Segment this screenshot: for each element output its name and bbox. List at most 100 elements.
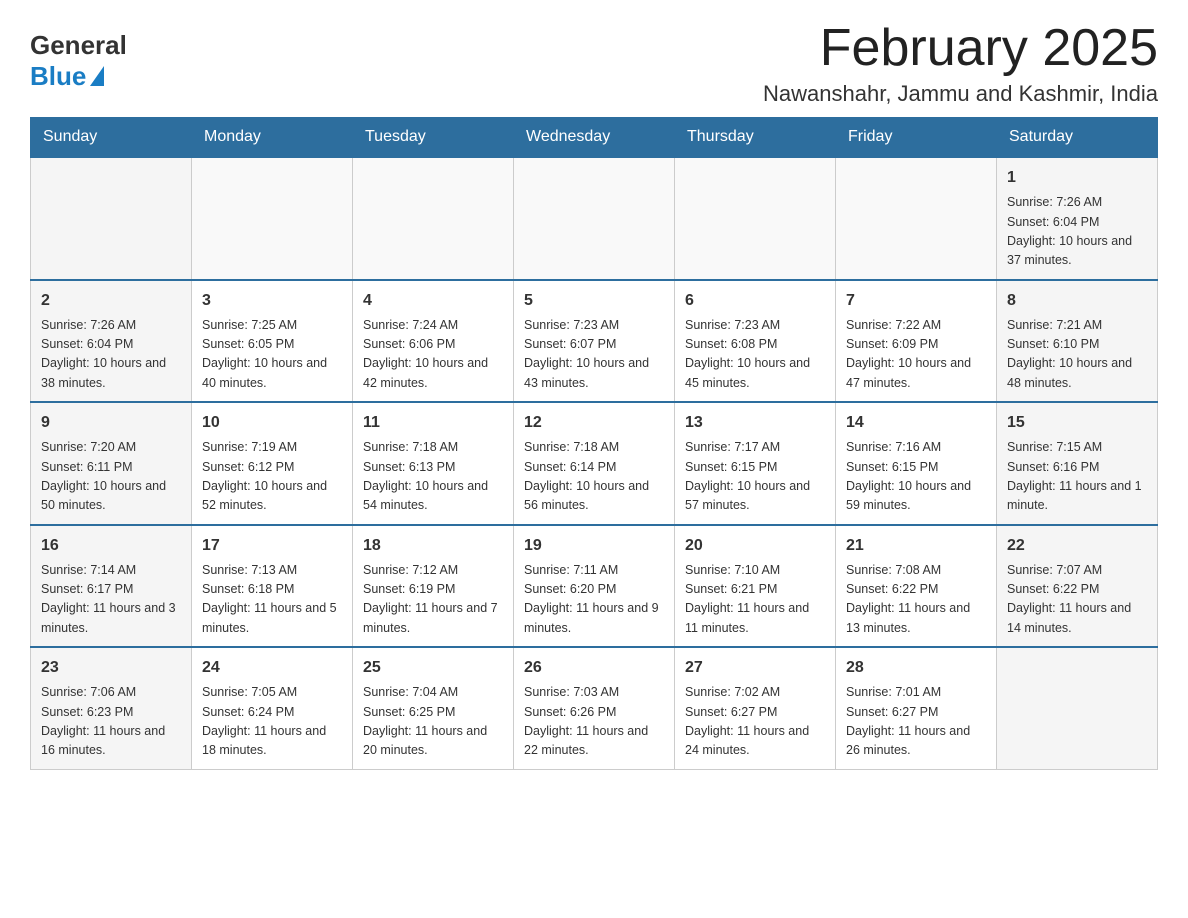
calendar-header-thursday: Thursday <box>675 118 836 158</box>
calendar-week-1: 1 Sunrise: 7:26 AM Sunset: 6:04 PM Daylig… <box>31 157 1158 280</box>
calendar-cell: 5 Sunrise: 7:23 AM Sunset: 6:07 PM Daylig… <box>514 280 675 403</box>
calendar-week-4: 16 Sunrise: 7:14 AM Sunset: 6:17 PM Dayli… <box>31 525 1158 648</box>
day-number: 23 <box>41 656 181 680</box>
calendar-header-wednesday: Wednesday <box>514 118 675 158</box>
calendar-cell: 1 Sunrise: 7:26 AM Sunset: 6:04 PM Daylig… <box>997 157 1158 280</box>
calendar-cell <box>31 157 192 280</box>
calendar-cell: 3 Sunrise: 7:25 AM Sunset: 6:05 PM Daylig… <box>192 280 353 403</box>
calendar-cell <box>836 157 997 280</box>
day-number: 25 <box>363 656 503 680</box>
day-info: Sunrise: 7:04 AM Sunset: 6:25 PM Dayligh… <box>363 683 503 761</box>
calendar-cell: 12 Sunrise: 7:18 AM Sunset: 6:14 PM Dayli… <box>514 402 675 525</box>
day-info: Sunrise: 7:12 AM Sunset: 6:19 PM Dayligh… <box>363 561 503 639</box>
day-number: 18 <box>363 534 503 558</box>
day-info: Sunrise: 7:15 AM Sunset: 6:16 PM Dayligh… <box>1007 438 1147 516</box>
day-number: 8 <box>1007 289 1147 313</box>
day-info: Sunrise: 7:06 AM Sunset: 6:23 PM Dayligh… <box>41 683 181 761</box>
calendar-cell: 28 Sunrise: 7:01 AM Sunset: 6:27 PM Dayli… <box>836 647 997 769</box>
day-info: Sunrise: 7:20 AM Sunset: 6:11 PM Dayligh… <box>41 438 181 516</box>
calendar-cell: 16 Sunrise: 7:14 AM Sunset: 6:17 PM Dayli… <box>31 525 192 648</box>
day-number: 7 <box>846 289 986 313</box>
calendar-cell: 13 Sunrise: 7:17 AM Sunset: 6:15 PM Dayli… <box>675 402 836 525</box>
calendar-cell: 25 Sunrise: 7:04 AM Sunset: 6:25 PM Dayli… <box>353 647 514 769</box>
day-number: 12 <box>524 411 664 435</box>
calendar-cell: 20 Sunrise: 7:10 AM Sunset: 6:21 PM Dayli… <box>675 525 836 648</box>
calendar-header-saturday: Saturday <box>997 118 1158 158</box>
day-info: Sunrise: 7:23 AM Sunset: 6:08 PM Dayligh… <box>685 316 825 394</box>
day-info: Sunrise: 7:16 AM Sunset: 6:15 PM Dayligh… <box>846 438 986 516</box>
logo-blue-text: Blue <box>30 61 104 92</box>
day-number: 27 <box>685 656 825 680</box>
calendar-week-5: 23 Sunrise: 7:06 AM Sunset: 6:23 PM Dayli… <box>31 647 1158 769</box>
day-info: Sunrise: 7:25 AM Sunset: 6:05 PM Dayligh… <box>202 316 342 394</box>
page-header: General Blue February 2025 Nawanshahr, J… <box>30 20 1158 107</box>
calendar-cell <box>192 157 353 280</box>
day-number: 3 <box>202 289 342 313</box>
day-number: 17 <box>202 534 342 558</box>
day-info: Sunrise: 7:26 AM Sunset: 6:04 PM Dayligh… <box>41 316 181 394</box>
day-number: 24 <box>202 656 342 680</box>
location-title: Nawanshahr, Jammu and Kashmir, India <box>763 81 1158 107</box>
day-number: 16 <box>41 534 181 558</box>
calendar-cell <box>353 157 514 280</box>
day-number: 6 <box>685 289 825 313</box>
day-info: Sunrise: 7:24 AM Sunset: 6:06 PM Dayligh… <box>363 316 503 394</box>
day-info: Sunrise: 7:13 AM Sunset: 6:18 PM Dayligh… <box>202 561 342 639</box>
calendar-cell: 9 Sunrise: 7:20 AM Sunset: 6:11 PM Daylig… <box>31 402 192 525</box>
day-info: Sunrise: 7:26 AM Sunset: 6:04 PM Dayligh… <box>1007 193 1147 271</box>
calendar-header-row: SundayMondayTuesdayWednesdayThursdayFrid… <box>31 118 1158 158</box>
calendar-cell: 27 Sunrise: 7:02 AM Sunset: 6:27 PM Dayli… <box>675 647 836 769</box>
day-info: Sunrise: 7:10 AM Sunset: 6:21 PM Dayligh… <box>685 561 825 639</box>
calendar-header-monday: Monday <box>192 118 353 158</box>
day-info: Sunrise: 7:03 AM Sunset: 6:26 PM Dayligh… <box>524 683 664 761</box>
calendar-cell: 4 Sunrise: 7:24 AM Sunset: 6:06 PM Daylig… <box>353 280 514 403</box>
day-info: Sunrise: 7:17 AM Sunset: 6:15 PM Dayligh… <box>685 438 825 516</box>
calendar-header-friday: Friday <box>836 118 997 158</box>
day-info: Sunrise: 7:19 AM Sunset: 6:12 PM Dayligh… <box>202 438 342 516</box>
title-section: February 2025 Nawanshahr, Jammu and Kash… <box>763 20 1158 107</box>
month-title: February 2025 <box>763 20 1158 77</box>
calendar-cell: 15 Sunrise: 7:15 AM Sunset: 6:16 PM Dayli… <box>997 402 1158 525</box>
day-number: 21 <box>846 534 986 558</box>
day-number: 13 <box>685 411 825 435</box>
day-number: 15 <box>1007 411 1147 435</box>
calendar-cell: 6 Sunrise: 7:23 AM Sunset: 6:08 PM Daylig… <box>675 280 836 403</box>
day-number: 14 <box>846 411 986 435</box>
day-number: 9 <box>41 411 181 435</box>
calendar-cell <box>675 157 836 280</box>
day-info: Sunrise: 7:11 AM Sunset: 6:20 PM Dayligh… <box>524 561 664 639</box>
day-info: Sunrise: 7:18 AM Sunset: 6:14 PM Dayligh… <box>524 438 664 516</box>
calendar-cell: 2Sunrise: 7:26 AM Sunset: 6:04 PM Daylig… <box>31 280 192 403</box>
calendar-header-sunday: Sunday <box>31 118 192 158</box>
calendar-cell: 21 Sunrise: 7:08 AM Sunset: 6:22 PM Dayli… <box>836 525 997 648</box>
day-info: Sunrise: 7:22 AM Sunset: 6:09 PM Dayligh… <box>846 316 986 394</box>
calendar-cell <box>997 647 1158 769</box>
calendar-week-2: 2Sunrise: 7:26 AM Sunset: 6:04 PM Daylig… <box>31 280 1158 403</box>
day-info: Sunrise: 7:14 AM Sunset: 6:17 PM Dayligh… <box>41 561 181 639</box>
calendar-cell: 8 Sunrise: 7:21 AM Sunset: 6:10 PM Daylig… <box>997 280 1158 403</box>
day-number: 4 <box>363 289 503 313</box>
logo-general-text: General <box>30 30 127 61</box>
day-info: Sunrise: 7:02 AM Sunset: 6:27 PM Dayligh… <box>685 683 825 761</box>
calendar-cell: 11Sunrise: 7:18 AM Sunset: 6:13 PM Dayli… <box>353 402 514 525</box>
calendar-cell: 19 Sunrise: 7:11 AM Sunset: 6:20 PM Dayli… <box>514 525 675 648</box>
day-number: 5 <box>524 289 664 313</box>
day-number: 19 <box>524 534 664 558</box>
calendar-cell: 10Sunrise: 7:19 AM Sunset: 6:12 PM Dayli… <box>192 402 353 525</box>
day-number: 1 <box>1007 166 1147 190</box>
day-info: Sunrise: 7:23 AM Sunset: 6:07 PM Dayligh… <box>524 316 664 394</box>
calendar-cell: 14 Sunrise: 7:16 AM Sunset: 6:15 PM Dayli… <box>836 402 997 525</box>
calendar-cell: 22 Sunrise: 7:07 AM Sunset: 6:22 PM Dayli… <box>997 525 1158 648</box>
day-number: 26 <box>524 656 664 680</box>
day-info: Sunrise: 7:01 AM Sunset: 6:27 PM Dayligh… <box>846 683 986 761</box>
calendar-header-tuesday: Tuesday <box>353 118 514 158</box>
day-number: 22 <box>1007 534 1147 558</box>
day-number: 20 <box>685 534 825 558</box>
calendar-week-3: 9 Sunrise: 7:20 AM Sunset: 6:11 PM Daylig… <box>31 402 1158 525</box>
day-number: 28 <box>846 656 986 680</box>
calendar-cell: 7 Sunrise: 7:22 AM Sunset: 6:09 PM Daylig… <box>836 280 997 403</box>
calendar-table: SundayMondayTuesdayWednesdayThursdayFrid… <box>30 117 1158 770</box>
day-info: Sunrise: 7:07 AM Sunset: 6:22 PM Dayligh… <box>1007 561 1147 639</box>
day-info: Sunrise: 7:08 AM Sunset: 6:22 PM Dayligh… <box>846 561 986 639</box>
day-info: Sunrise: 7:21 AM Sunset: 6:10 PM Dayligh… <box>1007 316 1147 394</box>
